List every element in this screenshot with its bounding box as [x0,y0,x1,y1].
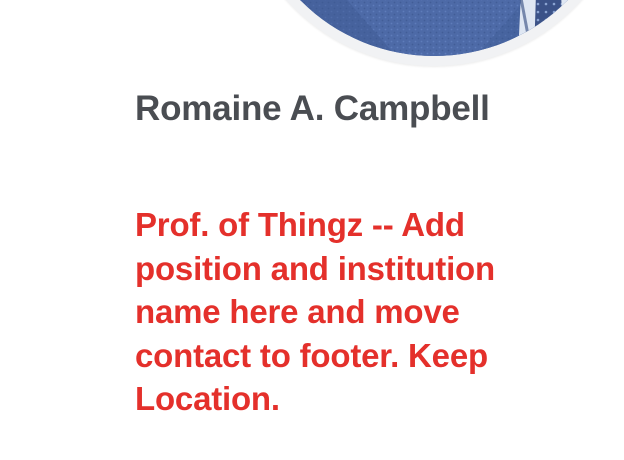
profile-card: Romaine A. Campbell Prof. of Thingz -- A… [0,0,624,460]
profile-name: Romaine A. Campbell [135,89,490,128]
profile-position: Prof. of Thingz -- Add position and inst… [135,206,495,417]
